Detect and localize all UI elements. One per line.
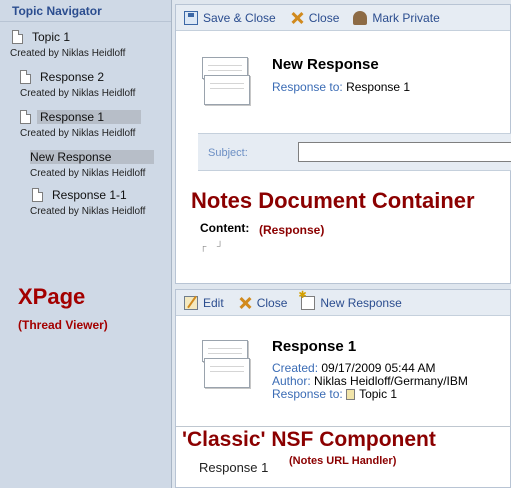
nav-item-response-2[interactable]: Response 2 Created by Niklas Heidloff: [20, 68, 135, 99]
document-icon: [20, 110, 31, 124]
topic-navigator-sidebar: Topic Navigator Topic 1 Created by Nikla…: [0, 0, 172, 488]
content-hint: (Response): [259, 223, 325, 237]
response-to-label: Response to:: [272, 80, 343, 94]
close-button[interactable]: Close: [238, 296, 288, 310]
created-value: 09/17/2009 05:44 AM: [321, 361, 436, 375]
nav-item-created-by: Created by Niklas Heidloff: [20, 128, 136, 139]
author-value: Niklas Heidloff/Germany/IBM: [314, 374, 468, 388]
document-icon: [20, 70, 31, 84]
nav-item-created-by: Created by Niklas Heidloff: [20, 88, 136, 99]
nav-item-topic-1[interactable]: Topic 1 Created by Niklas Heidloff: [10, 28, 126, 59]
nav-item-new-response[interactable]: New Response Created by Niklas Heidloff: [30, 148, 154, 179]
private-icon: [353, 10, 368, 25]
document-stack-icon: [202, 340, 254, 396]
divider: [176, 426, 511, 427]
mark-private-button[interactable]: Mark Private: [353, 10, 440, 25]
document-title: Response 1: [272, 338, 357, 355]
document-icon: [32, 188, 43, 202]
mark-private-label: Mark Private: [372, 10, 440, 25]
nav-item-title[interactable]: New Response: [30, 150, 154, 164]
close-icon: [238, 296, 252, 310]
nav-item-title[interactable]: Response 1: [37, 110, 141, 124]
response-view-panel: Edit Close New Response Response 1 Creat…: [175, 289, 511, 488]
nav-item-created-by: Created by Niklas Heidloff: [30, 168, 146, 179]
response-to-label: Response to:: [272, 387, 343, 401]
save-icon: [184, 10, 198, 25]
subject-row: Subject:: [198, 133, 511, 171]
response-to-link[interactable]: Topic 1: [359, 387, 397, 401]
xpage-annotation-subtitle: (Thread Viewer): [18, 318, 108, 332]
close-label: Close: [308, 10, 340, 25]
view-toolbar: Edit Close New Response: [176, 290, 510, 316]
document-icon: [12, 30, 23, 44]
nav-item-response-1-1[interactable]: Response 1-1 Created by Niklas Heidloff: [30, 186, 146, 217]
subject-label: Subject:: [208, 147, 248, 159]
close-label: Close: [256, 295, 288, 310]
new-response-button[interactable]: New Response: [298, 290, 402, 310]
new-response-label: New Response: [320, 295, 402, 310]
nav-item-created-by: Created by Niklas Heidloff: [10, 48, 126, 59]
classic-nsf-component-annotation: 'Classic' NSF Component: [182, 428, 436, 451]
nav-item-title[interactable]: Response 2: [37, 70, 107, 84]
content-label: Content:: [200, 221, 250, 235]
form-title: New Response: [272, 56, 379, 73]
new-response-panel: Save & Close Close Mark Private New Resp…: [175, 4, 511, 284]
save-close-label: Save & Close: [203, 10, 276, 25]
nav-item-title[interactable]: Topic 1: [29, 30, 73, 44]
response-body-text: Response 1: [199, 460, 269, 475]
response-to-line: Response to: Response 1: [272, 80, 410, 94]
notes-document-container-annotation: Notes Document Container: [191, 188, 475, 213]
close-button[interactable]: Close: [290, 11, 340, 25]
author-label: Author:: [272, 374, 311, 388]
subject-input[interactable]: [298, 142, 511, 162]
document-stack-icon: [202, 57, 254, 113]
notes-url-handler-annotation: (Notes URL Handler): [289, 455, 397, 467]
nav-item-response-1[interactable]: Response 1 Created by Niklas Heidloff: [20, 108, 141, 139]
edit-icon: [184, 295, 198, 310]
new-document-icon: [298, 290, 316, 310]
nav-item-title[interactable]: Response 1-1: [49, 188, 130, 202]
xpage-annotation-title: XPage: [18, 284, 86, 309]
form-toolbar: Save & Close Close Mark Private: [176, 5, 510, 31]
save-close-button[interactable]: Save & Close: [184, 10, 276, 25]
close-icon: [290, 11, 304, 25]
edit-button[interactable]: Edit: [184, 295, 224, 310]
edit-label: Edit: [203, 295, 224, 310]
sidebar-header: Topic Navigator: [0, 0, 171, 22]
document-meta: Created: 09/17/2009 05:44 AM Author: Nik…: [272, 362, 468, 401]
document-icon: [346, 389, 356, 400]
response-to-value: Response 1: [346, 80, 411, 94]
created-label: Created:: [272, 361, 319, 375]
nav-item-created-by: Created by Niklas Heidloff: [30, 206, 146, 217]
rich-text-editor-marks[interactable]: ┌ ┘: [200, 241, 227, 251]
